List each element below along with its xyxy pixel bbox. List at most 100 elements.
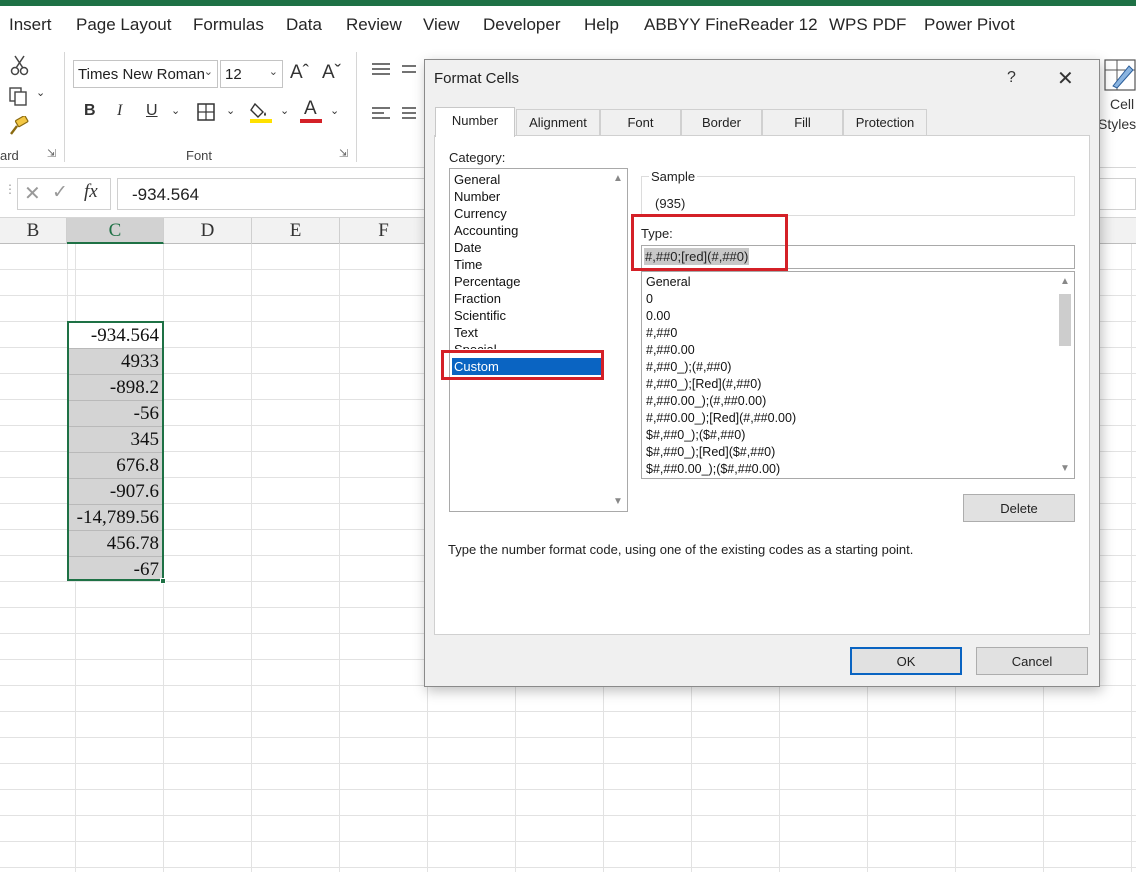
tab-formulas[interactable]: Formulas <box>193 15 264 35</box>
format-code-item[interactable]: #,##0_);(#,##0) <box>646 359 731 376</box>
tab-fill[interactable]: Fill <box>762 109 843 135</box>
tab-number[interactable]: Number <box>435 107 515 137</box>
format-code-item[interactable]: $#,##0_);[Red]($#,##0) <box>646 444 775 461</box>
column-header-e[interactable]: E <box>252 218 340 244</box>
scroll-down-icon[interactable]: ▼ <box>1060 463 1070 474</box>
column-header-d[interactable]: D <box>164 218 252 244</box>
cancel-entry-icon[interactable]: ✕ <box>24 181 41 206</box>
scroll-thumb[interactable] <box>1059 294 1071 346</box>
chevron-down-icon[interactable]: ⌄ <box>204 65 213 78</box>
format-code-item[interactable]: #,##0.00_);[Red](#,##0.00) <box>646 410 796 427</box>
chevron-down-icon[interactable]: ⌄ <box>269 65 278 78</box>
format-code-item[interactable]: 0.00 <box>646 308 670 325</box>
tab-font[interactable]: Font <box>600 109 681 135</box>
category-number[interactable]: Number <box>454 188 606 205</box>
format-code-item[interactable]: #,##0 <box>646 325 677 342</box>
format-code-item[interactable]: #,##0.00_);(#,##0.00) <box>646 393 766 410</box>
cell-c9[interactable]: 676.8 <box>69 453 162 479</box>
font-size-box[interactable]: 12 ⌄ <box>220 60 283 88</box>
tab-alignment[interactable]: Alignment <box>516 109 600 135</box>
align-left-icon[interactable] <box>370 106 416 122</box>
format-code-item[interactable]: $#,##0.00_);($#,##0.00) <box>646 461 780 478</box>
format-code-scrollbar[interactable]: ▲ ▼ <box>1056 272 1074 478</box>
insert-function-button[interactable]: fx <box>84 181 98 203</box>
category-accounting[interactable]: Accounting <box>454 222 606 239</box>
grow-font-button[interactable]: Aˆ <box>290 62 309 84</box>
cell-c13[interactable]: -67 <box>69 557 162 583</box>
tab-developer[interactable]: Developer <box>483 15 561 35</box>
scroll-up-icon[interactable]: ▲ <box>1060 276 1070 287</box>
cell-c4[interactable]: -934.564 <box>69 323 162 349</box>
format-code-item[interactable]: #,##0.00 <box>646 342 695 359</box>
tab-view[interactable]: View <box>423 15 460 35</box>
delete-button[interactable]: Delete <box>963 494 1075 522</box>
column-header-b[interactable]: B <box>0 218 67 244</box>
tab-data[interactable]: Data <box>286 15 322 35</box>
column-header-c[interactable]: C <box>67 218 164 244</box>
format-code-item[interactable]: 0 <box>646 291 653 308</box>
tab-help[interactable]: Help <box>584 15 619 35</box>
tab-border[interactable]: Border <box>681 109 762 135</box>
cell-c5[interactable]: 4933 <box>69 349 162 375</box>
copy-icon[interactable] <box>8 86 30 106</box>
fill-handle[interactable] <box>160 578 166 584</box>
tab-power-pivot[interactable]: Power Pivot <box>924 15 1015 35</box>
category-time[interactable]: Time <box>454 256 606 273</box>
selected-range[interactable]: -934.564 4933 -898.2 -56 345 676.8 -907.… <box>67 321 164 581</box>
font-color-button[interactable]: A <box>300 98 324 124</box>
tab-insert[interactable]: Insert <box>9 15 52 35</box>
cell-styles-label[interactable]: Cell <box>1110 96 1134 112</box>
fill-color-dropdown-icon[interactable]: ⌄ <box>280 104 289 117</box>
cell-styles-icon[interactable] <box>1103 58 1136 94</box>
ok-button[interactable]: OK <box>850 647 962 675</box>
align-top-icon[interactable] <box>370 62 416 78</box>
borders-icon[interactable] <box>196 102 216 122</box>
cell-c11[interactable]: -14,789.56 <box>69 505 162 531</box>
cell-c7[interactable]: -56 <box>69 401 162 427</box>
underline-dropdown-icon[interactable]: ⌄ <box>171 104 180 117</box>
category-scrollbar[interactable]: ▲ ▼ <box>609 169 627 511</box>
tab-abbyy[interactable]: ABBYY FineReader 12 <box>644 15 818 35</box>
close-icon[interactable]: ✕ <box>1057 66 1074 91</box>
tab-review[interactable]: Review <box>346 15 402 35</box>
category-scientific[interactable]: Scientific <box>454 307 606 324</box>
shrink-font-button[interactable]: Aˇ <box>322 62 341 84</box>
tab-page-layout[interactable]: Page Layout <box>76 15 171 35</box>
category-special[interactable]: Special <box>454 341 606 349</box>
cell-c10[interactable]: -907.6 <box>69 479 162 505</box>
tab-protection[interactable]: Protection <box>843 109 927 135</box>
tab-wps-pdf[interactable]: WPS PDF <box>829 15 906 35</box>
format-painter-icon[interactable] <box>8 116 30 136</box>
category-date[interactable]: Date <box>454 239 606 256</box>
cell-c12[interactable]: 456.78 <box>69 531 162 557</box>
font-name-box[interactable]: Times New Roman ⌄ <box>73 60 218 88</box>
category-list[interactable]: General Number Currency Accounting Date … <box>449 168 628 512</box>
font-launcher-icon[interactable]: ⇲ <box>339 147 348 160</box>
category-general[interactable]: General <box>454 171 606 188</box>
category-percentage[interactable]: Percentage <box>454 273 606 290</box>
cell-styles-label-2[interactable]: Styles <box>1098 116 1136 132</box>
cell-c8[interactable]: 345 <box>69 427 162 453</box>
font-color-dropdown-icon[interactable]: ⌄ <box>330 104 339 117</box>
copy-dropdown-icon[interactable]: ⌄ <box>36 86 45 99</box>
underline-button[interactable]: U <box>146 102 158 120</box>
category-fraction[interactable]: Fraction <box>454 290 606 307</box>
clipboard-launcher-icon[interactable]: ⇲ <box>47 147 56 160</box>
format-code-item[interactable]: $#,##0_);($#,##0) <box>646 427 745 444</box>
cut-icon[interactable] <box>10 54 30 76</box>
scroll-down-icon[interactable]: ▼ <box>613 496 623 507</box>
format-code-list[interactable]: General 0 0.00 #,##0 #,##0.00 #,##0_);(#… <box>641 271 1075 479</box>
help-button[interactable]: ? <box>1007 69 1016 87</box>
italic-button[interactable]: I <box>117 102 122 120</box>
cell-c6[interactable]: -898.2 <box>69 375 162 401</box>
category-text[interactable]: Text <box>454 324 606 341</box>
borders-dropdown-icon[interactable]: ⌄ <box>226 104 235 117</box>
confirm-entry-icon[interactable]: ✓ <box>52 181 68 204</box>
category-currency[interactable]: Currency <box>454 205 606 222</box>
format-code-item[interactable]: General <box>646 274 690 291</box>
scroll-up-icon[interactable]: ▲ <box>613 173 623 184</box>
bold-button[interactable]: B <box>84 102 96 120</box>
column-header-f[interactable]: F <box>340 218 428 244</box>
fill-color-icon[interactable] <box>249 100 273 124</box>
format-code-item[interactable]: #,##0_);[Red](#,##0) <box>646 376 761 393</box>
